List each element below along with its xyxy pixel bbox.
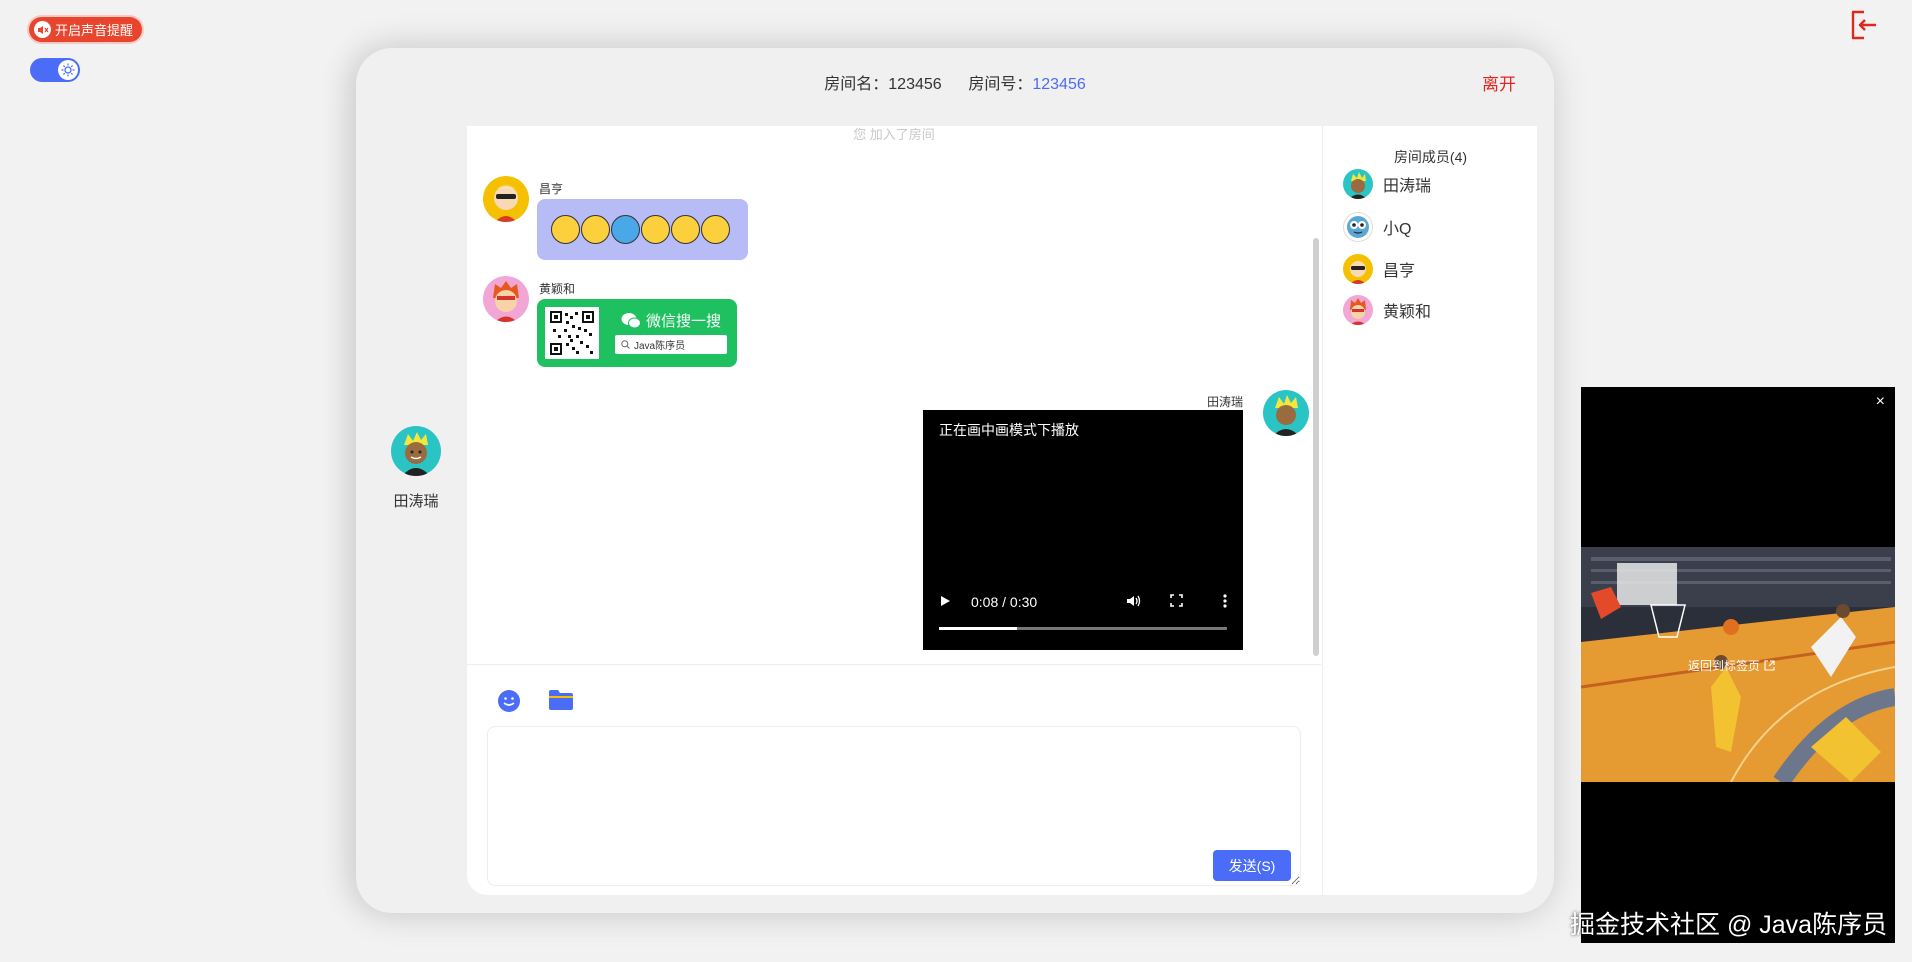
member-list: 房间成员(4) 田涛瑞 小Q 昌亨 黄颖和 [1322, 126, 1537, 895]
play-icon[interactable] [939, 594, 953, 610]
member-name: 昌亨 [1383, 263, 1416, 280]
wechat-search-box: Java陈序员 [615, 335, 727, 354]
watermark: 掘金技术社区 @ Java陈序员 [1570, 911, 1888, 939]
pip-back-label: 返回到标签页 [1688, 659, 1761, 673]
current-user-name: 田涛瑞 [393, 493, 439, 510]
emoji-icon [581, 215, 610, 244]
sound-alert-label: 开启声音提醒 [55, 23, 134, 38]
pip-video-window[interactable]: × 返回到标签页 [1581, 387, 1895, 943]
pip-back-to-tab-button[interactable]: 返回到标签页 [1688, 657, 1775, 674]
leave-room-button[interactable]: 离开 [1482, 70, 1516, 95]
search-icon [621, 340, 630, 349]
member-item[interactable]: 昌亨 [1343, 254, 1415, 284]
emoji-icon [641, 215, 670, 244]
room-id-label: 房间号： [968, 76, 1033, 93]
avatar [1343, 295, 1373, 325]
wechat-card-bubble[interactable]: 微信搜一搜 Java陈序员 [537, 299, 737, 367]
member-list-title: 房间成员(4) [1393, 149, 1468, 165]
emoji-message-bubble [537, 199, 748, 260]
message-scrollbar[interactable] [1313, 238, 1319, 656]
emoji-icon [551, 215, 580, 244]
chat-toolbar [497, 689, 574, 718]
sound-alert-button[interactable]: 开启声音提醒 [29, 17, 143, 42]
video-progress-fill [939, 627, 1017, 630]
smile-icon[interactable] [497, 689, 521, 718]
speaker-muted-icon [34, 21, 51, 38]
wechat-icon [621, 313, 641, 329]
message-sender: 田涛瑞 [1206, 395, 1243, 409]
room-header: 房间名：123456 房间号：123456 [356, 70, 1554, 94]
video-progress-bar[interactable] [939, 627, 1227, 630]
emoji-icon [611, 215, 640, 244]
member-item[interactable]: 黄颖和 [1343, 295, 1431, 325]
qr-code-image [545, 307, 599, 359]
message-sender: 昌亨 [539, 182, 564, 196]
room-id-value: 123456 [1032, 76, 1086, 93]
system-notice: 您 加入了房间 [853, 127, 935, 142]
chat-room-panel: 房间名：123456 房间号：123456 离开 田涛瑞 您 加入了房间 昌亨 [356, 48, 1554, 913]
video-time: 0:08 / 0:30 [971, 594, 1038, 610]
member-name: 小Q [1383, 221, 1412, 238]
wechat-search-text: Java陈序员 [634, 341, 686, 352]
message-sender: 黄颖和 [539, 282, 576, 296]
avatar [483, 276, 529, 322]
room-name-value: 123456 [888, 76, 942, 93]
avatar [1343, 169, 1373, 199]
volume-icon[interactable] [1126, 594, 1142, 611]
wechat-search-title: 微信搜一搜 [621, 310, 721, 331]
member-item[interactable]: 田涛瑞 [1343, 169, 1431, 199]
wechat-card-title: 微信搜一搜 [646, 313, 722, 330]
message-list[interactable]: 您 加入了房间 昌亨 黄颖和 微信搜一搜 Java陈序员 田涛瑞 正在画中画模式… [467, 126, 1321, 665]
avatar [483, 176, 529, 222]
fullscreen-icon[interactable] [1170, 594, 1183, 610]
send-button[interactable]: 发送(S) [1213, 850, 1291, 881]
emoji-icon [671, 215, 700, 244]
avatar [391, 426, 441, 476]
message-input[interactable] [487, 726, 1301, 886]
folder-icon[interactable] [548, 689, 574, 718]
theme-toggle[interactable] [30, 58, 80, 82]
room-name-label: 房间名： [824, 76, 889, 93]
video-controls: 0:08 / 0:30 [923, 592, 1243, 612]
emoji-icon [701, 215, 730, 244]
logout-icon[interactable] [1848, 9, 1880, 41]
external-link-icon [1764, 660, 1775, 671]
avatar [1263, 390, 1309, 436]
pip-notice: 正在画中画模式下播放 [939, 422, 1079, 438]
member-name: 田涛瑞 [1383, 178, 1432, 195]
pip-close-button[interactable]: × [1876, 393, 1885, 411]
video-message-player[interactable]: 正在画中画模式下播放 0:08 / 0:30 [923, 410, 1243, 650]
chat-card: 您 加入了房间 昌亨 黄颖和 微信搜一搜 Java陈序员 田涛瑞 正在画中画模式… [467, 126, 1537, 895]
current-user: 田涛瑞 [386, 426, 446, 511]
member-name: 黄颖和 [1383, 304, 1432, 321]
sun-icon [58, 60, 78, 80]
avatar [1343, 254, 1373, 284]
member-item[interactable]: 小Q [1343, 212, 1411, 242]
avatar [1343, 212, 1373, 242]
more-options-icon[interactable] [1223, 593, 1227, 611]
